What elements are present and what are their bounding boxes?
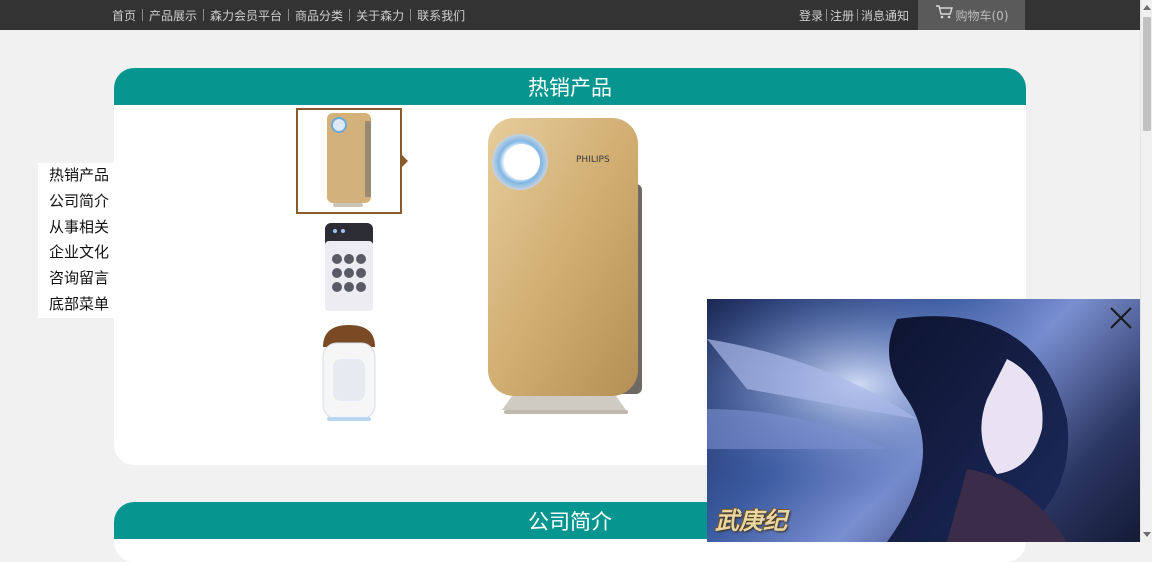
thumbnail-gold-purifier[interactable] bbox=[296, 108, 408, 214]
divider bbox=[142, 9, 144, 21]
divider bbox=[410, 9, 412, 21]
account-links: 登录 注册 消息通知 bbox=[799, 0, 909, 30]
product-thumbnails bbox=[296, 108, 408, 426]
divider bbox=[826, 9, 828, 21]
register-link[interactable]: 注册 bbox=[830, 7, 854, 24]
section-title: 热销产品 bbox=[114, 68, 1026, 105]
side-menu-hot-products[interactable]: 热销产品 bbox=[38, 163, 114, 189]
ad-logo: 武庚纪 bbox=[715, 506, 787, 535]
nav-contact[interactable]: 联系我们 bbox=[417, 7, 465, 24]
scrollbar-thumb[interactable] bbox=[1143, 17, 1151, 131]
side-menu-consult[interactable]: 咨询留言 bbox=[38, 266, 114, 292]
top-bar: 首页 产品展示 森力会员平台 商品分类 关于森力 联系我们 登录 注册 消息通知… bbox=[0, 0, 1140, 30]
vertical-scrollbar[interactable] bbox=[1140, 0, 1152, 542]
close-icon[interactable] bbox=[1108, 305, 1134, 331]
nav-categories[interactable]: 商品分类 bbox=[295, 7, 343, 24]
thumbnail-midea-purifier[interactable] bbox=[296, 320, 402, 426]
scroll-up-icon[interactable] bbox=[1143, 5, 1151, 10]
nav-products[interactable]: 产品展示 bbox=[149, 7, 197, 24]
nav-member-platform[interactable]: 森力会员平台 bbox=[210, 7, 282, 24]
divider bbox=[203, 9, 205, 21]
divider bbox=[349, 9, 351, 21]
side-menu-company-intro[interactable]: 公司简介 bbox=[38, 189, 114, 215]
scroll-down-icon[interactable] bbox=[1143, 532, 1151, 537]
cart-icon bbox=[935, 5, 953, 22]
nav-home[interactable]: 首页 bbox=[112, 7, 136, 24]
cart-button[interactable]: 购物车(0) bbox=[918, 0, 1025, 30]
side-menu-footer[interactable]: 底部菜单 bbox=[38, 292, 114, 318]
side-menu-culture[interactable]: 企业文化 bbox=[38, 240, 114, 266]
divider bbox=[288, 9, 290, 21]
brand-label: PHILIPS bbox=[576, 155, 610, 165]
nav-about[interactable]: 关于森力 bbox=[356, 7, 404, 24]
cart-label: 购物车(0) bbox=[955, 8, 1009, 23]
side-menu: 热销产品 公司简介 从事相关 企业文化 咨询留言 底部菜单 bbox=[38, 163, 114, 318]
top-nav: 首页 产品展示 森力会员平台 商品分类 关于森力 联系我们 bbox=[112, 0, 465, 30]
popup-ad[interactable]: 武庚纪 bbox=[707, 299, 1140, 542]
login-link[interactable]: 登录 bbox=[799, 7, 823, 24]
side-menu-related[interactable]: 从事相关 bbox=[38, 215, 114, 241]
thumbnail-white-purifier[interactable] bbox=[296, 216, 402, 322]
divider bbox=[857, 9, 859, 21]
main-product-image: PHILIPS bbox=[484, 114, 644, 440]
notifications-link[interactable]: 消息通知 bbox=[861, 7, 909, 24]
